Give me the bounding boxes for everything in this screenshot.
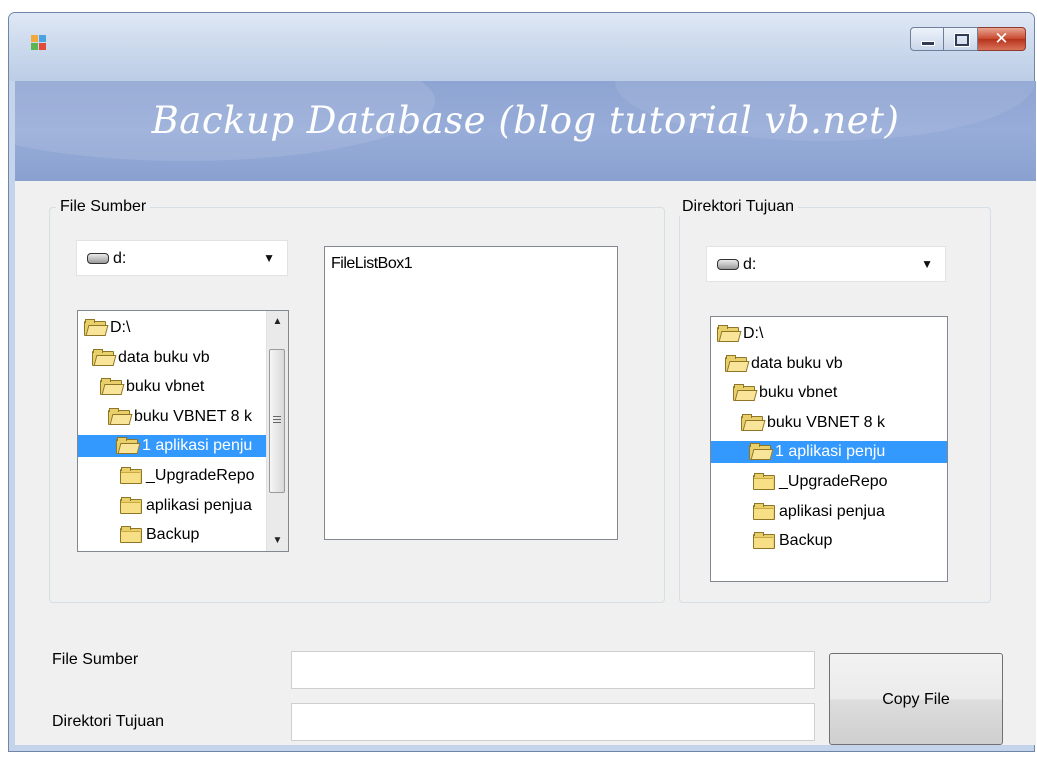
dest-dir-label: Backup xyxy=(779,532,833,550)
minimize-icon xyxy=(921,41,935,46)
file-list-box[interactable]: FileListBox1 xyxy=(324,246,618,540)
file-list-box-label: FileListBox1 xyxy=(331,255,413,272)
source-dir-list[interactable]: Backup aplikasi penjua _UpgradeRepo 1 aplik… xyxy=(77,310,289,552)
open-folder-icon xyxy=(741,413,766,431)
dest-dir-label: D:\ xyxy=(743,325,764,342)
dest-dir-label: data buku vb xyxy=(751,354,843,372)
dest-dir-item[interactable]: data buku vb xyxy=(711,353,947,375)
source-dir-item[interactable]: buku vbnet xyxy=(78,376,266,398)
drive-icon xyxy=(717,259,739,270)
dest-dir-label: 1 aplikasi penju xyxy=(775,443,886,461)
scroll-up-icon[interactable]: ▲ xyxy=(267,311,288,332)
source-dir-item[interactable]: data buku vb xyxy=(78,347,266,369)
source-dir-label: buku VBNET 8 k xyxy=(134,407,252,425)
open-folder-icon xyxy=(749,443,774,461)
dest-dir-item[interactable]: buku vbnet xyxy=(711,382,947,404)
open-folder-icon xyxy=(84,319,109,336)
dest-drive-combo[interactable]: d: ▼ xyxy=(706,246,946,282)
dest-dir-item[interactable]: D:\ xyxy=(711,323,947,345)
application-window: ✕ Backup Database (blog tutorial vb.net)… xyxy=(8,12,1036,752)
copy-file-button[interactable]: Copy File xyxy=(829,653,1003,745)
minimize-button[interactable] xyxy=(910,27,944,51)
dest-dir-label: aplikasi penjua xyxy=(779,502,885,520)
source-dir-item[interactable]: buku VBNET 8 k xyxy=(78,406,266,428)
chevron-down-icon[interactable]: ▼ xyxy=(921,257,933,271)
close-button[interactable]: ✕ xyxy=(978,27,1026,51)
dest-dir-list[interactable]: Backup aplikasi penjua _UpgradeRepo 1 aplik… xyxy=(710,316,948,582)
dest-dir-item[interactable]: 1 aplikasi penju xyxy=(711,441,947,464)
copy-file-button-label: Copy File xyxy=(882,691,950,708)
open-folder-icon xyxy=(733,384,758,402)
source-dir-label: _UpgradeRepo xyxy=(146,467,255,484)
folder-icon xyxy=(753,473,775,490)
open-folder-icon xyxy=(100,378,125,396)
drive-icon xyxy=(87,253,109,264)
dest-group-label: Direktori Tujuan xyxy=(678,198,799,216)
source-dir-item[interactable]: _UpgradeRepo xyxy=(78,465,266,487)
maximize-icon xyxy=(955,34,969,46)
source-dir-item[interactable]: aplikasi penjua xyxy=(78,495,266,517)
form-client-area: File Sumber d: ▼ Backup aplikasi penjua _U… xyxy=(15,181,1036,745)
open-folder-icon xyxy=(725,354,750,372)
folder-icon xyxy=(120,467,142,484)
source-dir-label: data buku vb xyxy=(118,348,210,366)
source-group-label: File Sumber xyxy=(56,198,151,216)
chevron-down-icon[interactable]: ▼ xyxy=(263,251,275,265)
source-file-input[interactable] xyxy=(291,651,815,689)
close-icon: ✕ xyxy=(994,29,1009,49)
source-dir-item[interactable]: D:\ xyxy=(78,317,266,339)
open-folder-icon xyxy=(108,407,133,425)
dest-dir-item[interactable]: Backup xyxy=(711,530,947,552)
folder-icon xyxy=(753,532,775,550)
source-dir-item[interactable]: Backup xyxy=(78,524,266,546)
source-dir-label: buku vbnet xyxy=(126,378,205,396)
open-folder-icon xyxy=(116,437,141,455)
header-banner: Backup Database (blog tutorial vb.net) xyxy=(15,81,1036,181)
source-group: File Sumber d: ▼ Backup aplikasi penjua _U… xyxy=(49,198,665,603)
folder-icon xyxy=(120,496,142,514)
dest-group: Direktori Tujuan d: ▼ Backup aplikasi pen… xyxy=(678,198,991,603)
dest-dir-item[interactable]: _UpgradeRepo xyxy=(711,471,947,493)
folder-icon xyxy=(120,526,142,544)
dest-dir-item[interactable]: buku VBNET 8 k xyxy=(711,412,947,434)
open-folder-icon xyxy=(92,348,117,366)
source-drive-combo[interactable]: d: ▼ xyxy=(76,240,288,276)
source-dir-item[interactable]: 1 aplikasi penju xyxy=(78,435,266,458)
folder-icon xyxy=(753,502,775,520)
caption-buttons: ✕ xyxy=(910,27,1026,53)
source-file-label: File Sumber xyxy=(52,651,139,668)
scroll-thumb[interactable] xyxy=(269,349,285,493)
source-dir-label: Backup xyxy=(146,526,200,544)
banner-title: Backup Database (blog tutorial vb.net) xyxy=(151,99,900,142)
source-drive-value: d: xyxy=(113,250,127,267)
dest-drive-value: d: xyxy=(743,256,757,273)
dest-dir-label: _UpgradeRepo xyxy=(779,473,888,490)
dest-dir-label: Direktori Tujuan xyxy=(52,713,165,730)
dest-dir-item[interactable]: aplikasi penjua xyxy=(711,501,947,523)
source-dir-label: 1 aplikasi penju xyxy=(142,437,253,455)
maximize-button[interactable] xyxy=(944,27,978,51)
app-icon[interactable] xyxy=(31,35,47,51)
dest-dir-label: buku VBNET 8 k xyxy=(767,413,885,431)
source-dir-label: D:\ xyxy=(110,319,131,336)
dest-dir-input[interactable] xyxy=(291,703,815,741)
open-folder-icon xyxy=(717,325,742,342)
dest-dir-label: buku vbnet xyxy=(759,384,838,402)
scroll-down-icon[interactable]: ▼ xyxy=(267,530,288,551)
source-dir-label: aplikasi penjua xyxy=(146,496,252,514)
source-dir-scrollbar[interactable]: ▲ ▼ xyxy=(266,311,288,551)
title-bar[interactable]: ✕ xyxy=(9,13,1034,81)
